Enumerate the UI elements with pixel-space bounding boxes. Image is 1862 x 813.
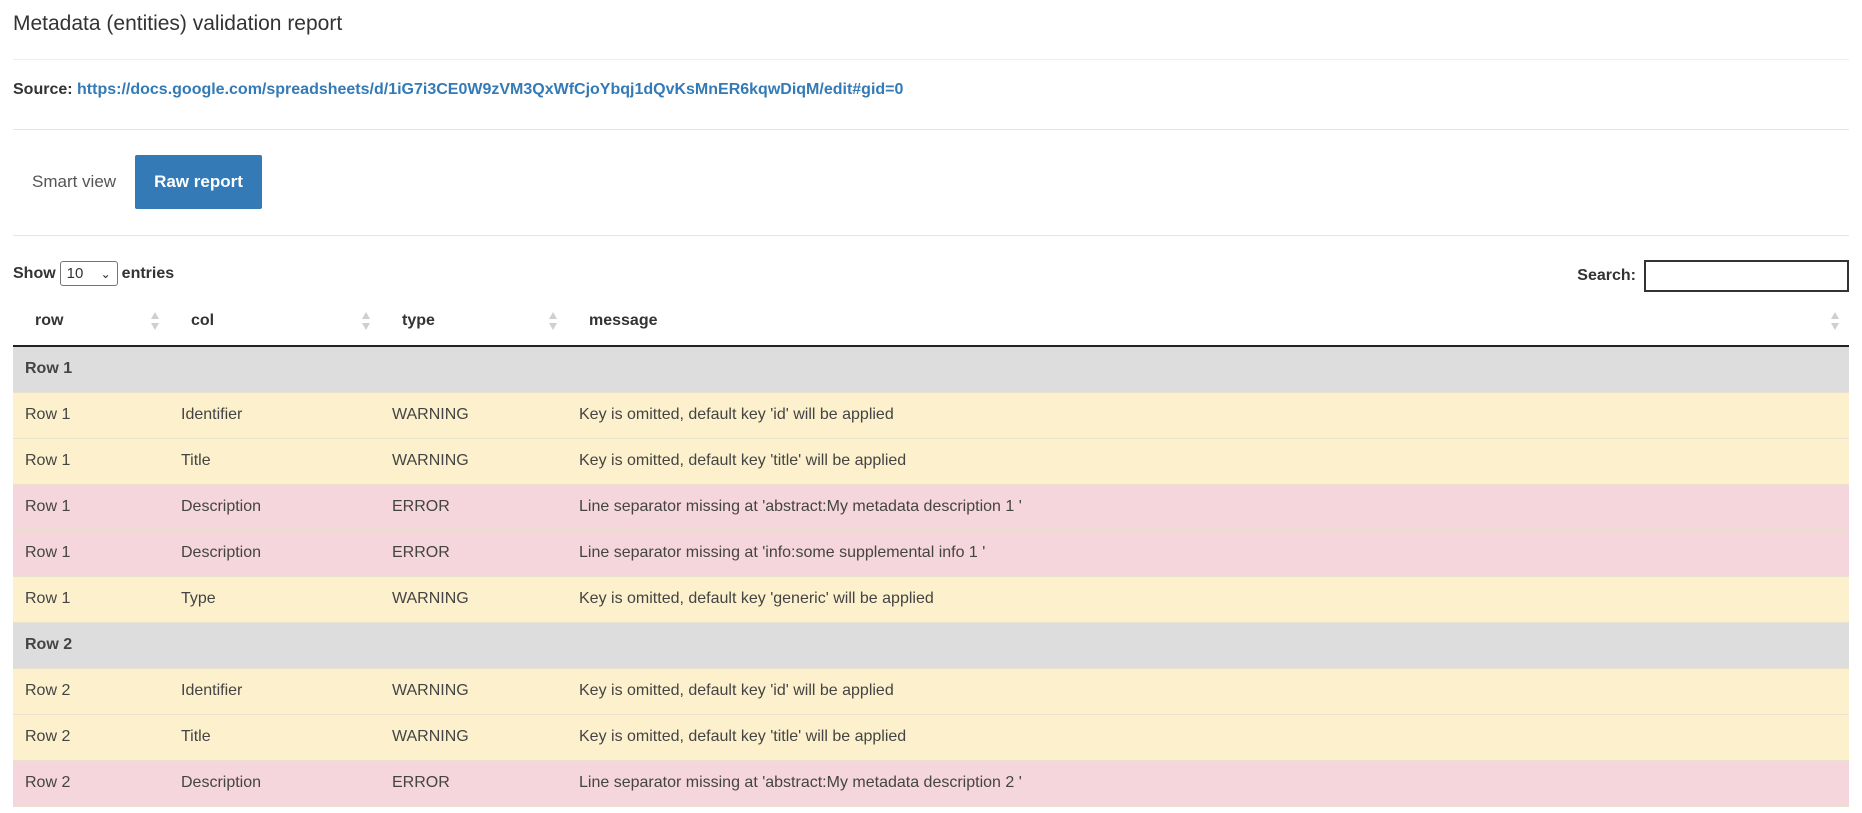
cell-row: Row 1 [13, 484, 169, 531]
cell-col: Identifier [169, 668, 380, 715]
group-label: Row 2 [13, 622, 1849, 669]
cell-message: Key is omitted, default key 'title' will… [567, 438, 1849, 485]
table-body: Row 1 Row 1 Identifier WARNING Key is om… [13, 346, 1849, 807]
entries-select[interactable]: 10 ⌄ [59, 261, 118, 286]
sort-icon [151, 312, 159, 330]
cell-type: ERROR [380, 484, 567, 531]
sort-icon [1831, 312, 1839, 330]
cell-type: WARNING [380, 714, 567, 761]
cell-type: WARNING [380, 576, 567, 623]
show-label: Show [13, 264, 56, 282]
cell-row: Row 1 [13, 392, 169, 439]
cell-message: Line separator missing at 'info:some sup… [567, 530, 1849, 577]
cell-type: ERROR [380, 530, 567, 577]
cell-type: WARNING [380, 392, 567, 439]
cell-message: Key is omitted, default key 'id' will be… [567, 392, 1849, 439]
cell-row: Row 1 [13, 576, 169, 623]
search-label: Search: [1577, 267, 1636, 284]
cell-message: Key is omitted, default key 'id' will be… [567, 668, 1849, 715]
source-label: Source: [13, 81, 73, 98]
page-title: Metadata (entities) validation report [13, 12, 343, 35]
cell-col: Description [169, 484, 380, 531]
tab-raw-report[interactable]: Raw report [135, 155, 262, 209]
cell-row: Row 2 [13, 668, 169, 715]
table-row[interactable]: Row 1 Description ERROR Line separator m… [13, 484, 1849, 531]
cell-col: Description [169, 530, 380, 577]
group-row[interactable]: Row 1 [13, 346, 1849, 393]
cell-col: Identifier [169, 392, 380, 439]
group-label: Row 1 [13, 346, 1849, 393]
cell-col: Title [169, 714, 380, 761]
source-link[interactable]: https://docs.google.com/spreadsheets/d/1… [77, 81, 903, 98]
table-controls: Show 10 ⌄ entries Search: [13, 236, 1849, 296]
sort-icon [549, 312, 557, 330]
chevron-down-icon: ⌄ [100, 266, 111, 281]
report-page: Metadata (entities) validation report So… [0, 0, 1862, 813]
table-row[interactable]: Row 1 Description ERROR Line separator m… [13, 530, 1849, 577]
table-row[interactable]: Row 2 Description ERROR Line separator m… [13, 760, 1849, 807]
sort-icon [362, 312, 370, 330]
cell-type: WARNING [380, 668, 567, 715]
column-header-label: col [191, 311, 215, 329]
search-input[interactable] [1644, 260, 1849, 292]
entries-length-control: Show 10 ⌄ entries [13, 261, 174, 286]
table-row[interactable]: Row 2 Title WARNING Key is omitted, defa… [13, 714, 1849, 761]
cell-message: Key is omitted, default key 'generic' wi… [567, 576, 1849, 623]
title-bar: Metadata (entities) validation report [13, 0, 1849, 60]
table-row[interactable]: Row 1 Type WARNING Key is omitted, defau… [13, 576, 1849, 623]
cell-col: Title [169, 438, 380, 485]
report-table: row col type message Row 1 Row 1 Identif… [13, 296, 1849, 807]
cell-message: Line separator missing at 'abstract:My m… [567, 760, 1849, 807]
column-header-message[interactable]: message [567, 296, 1849, 347]
column-header-label: type [402, 311, 435, 329]
column-header-label: row [35, 311, 64, 329]
table-row[interactable]: Row 1 Identifier WARNING Key is omitted,… [13, 392, 1849, 439]
cell-message: Key is omitted, default key 'title' will… [567, 714, 1849, 761]
cell-type: WARNING [380, 438, 567, 485]
cell-type: ERROR [380, 760, 567, 807]
table-header-row: row col type message [13, 296, 1849, 347]
source-bar: Source: https://docs.google.com/spreadsh… [13, 60, 1849, 130]
cell-row: Row 2 [13, 714, 169, 761]
table-row[interactable]: Row 1 Title WARNING Key is omitted, defa… [13, 438, 1849, 485]
table-row[interactable]: Row 2 Identifier WARNING Key is omitted,… [13, 668, 1849, 715]
column-header-label: message [589, 311, 658, 329]
cell-row: Row 1 [13, 530, 169, 577]
tab-smart-view[interactable]: Smart view [13, 155, 135, 209]
view-tabs: Smart view Raw report [13, 130, 1849, 236]
entries-label: entries [121, 264, 175, 282]
column-header-row[interactable]: row [13, 296, 169, 347]
group-row[interactable]: Row 2 [13, 622, 1849, 669]
cell-col: Description [169, 760, 380, 807]
entries-select-value: 10 [66, 265, 84, 282]
column-header-type[interactable]: type [380, 296, 567, 347]
column-header-col[interactable]: col [169, 296, 380, 347]
cell-col: Type [169, 576, 380, 623]
cell-message: Line separator missing at 'abstract:My m… [567, 484, 1849, 531]
cell-row: Row 1 [13, 438, 169, 485]
cell-row: Row 2 [13, 760, 169, 807]
search-control: Search: [1577, 260, 1849, 292]
